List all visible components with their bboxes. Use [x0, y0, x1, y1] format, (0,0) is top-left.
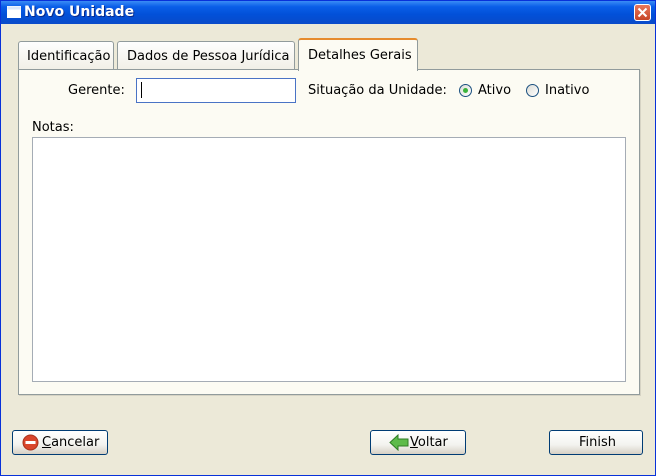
situacao-label: Situação da Unidade: — [308, 83, 447, 98]
gerente-label: Gerente: — [68, 83, 125, 98]
tab-label: Identificação — [27, 49, 111, 64]
tab-detalhes-gerais[interactable]: Detalhes Gerais — [298, 38, 418, 71]
tab-identificacao[interactable]: Identificação — [18, 41, 114, 70]
title-bar[interactable]: Novo Unidade — [1, 1, 655, 24]
cancel-label: Cancelar — [42, 435, 100, 450]
radio-selected-dot — [463, 88, 468, 93]
radio-ativo[interactable] — [459, 84, 472, 97]
cancel-button[interactable]: Cancelar — [12, 430, 108, 455]
tab-label: Detalhes Gerais — [308, 48, 412, 63]
radio-inativo-label[interactable]: Inativo — [545, 83, 589, 98]
left-arrow-icon — [389, 434, 409, 451]
window-title: Novo Unidade — [24, 4, 135, 20]
gerente-input[interactable] — [136, 78, 296, 103]
dialog-window: Novo Unidade Identificação Dados de Pess… — [0, 0, 656, 476]
close-button[interactable] — [634, 4, 651, 21]
finish-button[interactable]: Finish — [549, 430, 643, 455]
tab-dados-pessoa-juridica[interactable]: Dados de Pessoa Jurídica — [117, 41, 295, 70]
notas-textarea[interactable] — [32, 137, 626, 382]
finish-label: Finish — [579, 435, 617, 450]
radio-ativo-label[interactable]: Ativo — [478, 83, 511, 98]
radio-inativo[interactable] — [526, 84, 539, 97]
window-icon — [7, 6, 21, 18]
back-button[interactable]: Voltar — [370, 430, 466, 455]
no-entry-icon — [22, 434, 39, 451]
close-icon — [637, 7, 648, 18]
notas-label: Notas: — [32, 120, 74, 135]
tab-label: Dados de Pessoa Jurídica — [127, 49, 290, 64]
back-label: Voltar — [410, 435, 448, 450]
text-caret — [141, 82, 142, 98]
